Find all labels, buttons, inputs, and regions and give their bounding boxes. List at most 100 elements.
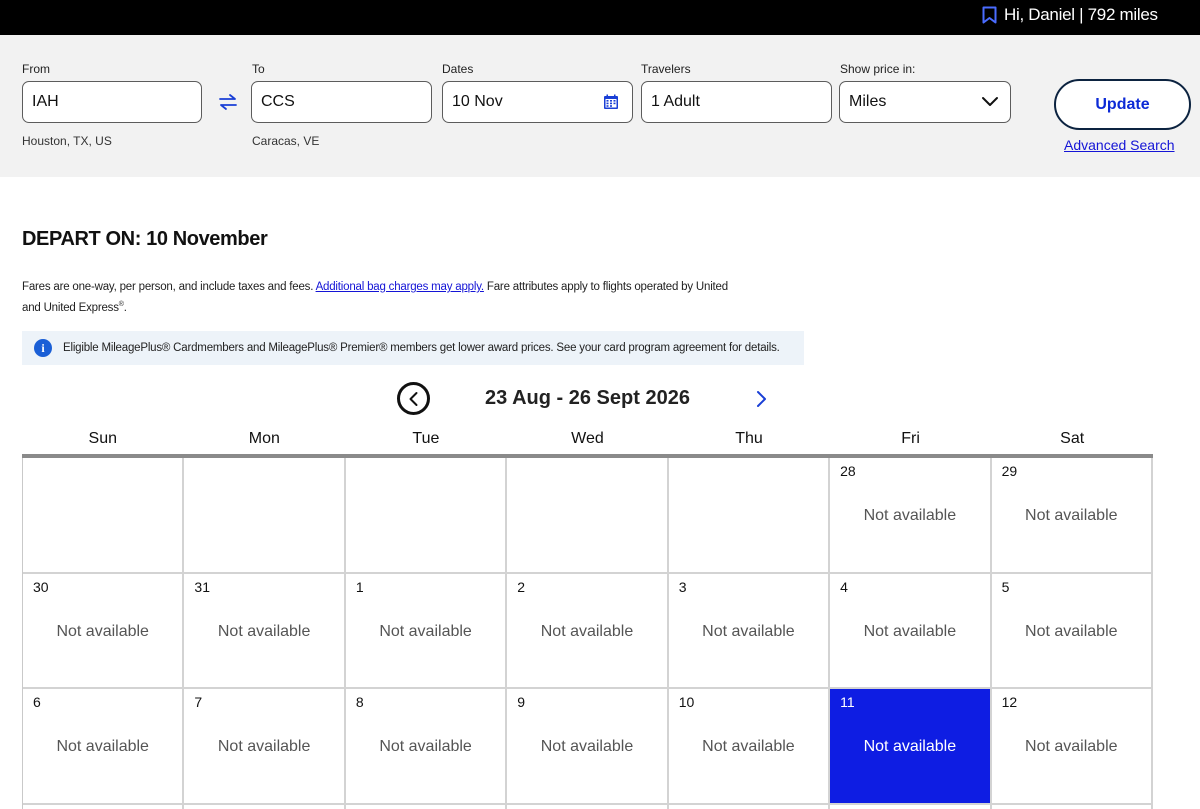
day-number: 7 xyxy=(194,694,203,710)
account-greeting[interactable]: Hi, Daniel | 792 miles xyxy=(1004,5,1158,25)
depart-heading: DEPART ON: 10 November xyxy=(22,228,268,250)
calendar-day[interactable]: 10 Not available xyxy=(668,689,831,805)
from-label: From xyxy=(22,62,50,76)
from-city: Houston, TX, US xyxy=(22,134,112,148)
day-number: 1 xyxy=(355,578,364,595)
calendar-day[interactable]: 1 Not available xyxy=(345,573,508,689)
weekday-label: Sat xyxy=(1060,430,1085,447)
calendar-icon[interactable] xyxy=(603,94,619,110)
travelers-label: Travelers xyxy=(641,62,691,76)
day-number: 29 xyxy=(1001,463,1018,479)
day-availability: Not available xyxy=(379,738,472,755)
dates-value: 10 Nov xyxy=(452,93,503,110)
calendar-day[interactable]: 30 Not available xyxy=(23,573,185,689)
calendar-next-row xyxy=(22,804,1153,809)
from-value: IAH xyxy=(32,93,59,110)
calendar-day[interactable]: 7 Not available xyxy=(184,689,346,805)
fares-period: . xyxy=(123,301,127,314)
travelers-value: 1 Adult xyxy=(651,93,700,110)
calendar-day[interactable]: 8 Not available xyxy=(345,689,508,805)
price-value: Miles xyxy=(849,93,887,110)
bag-charges-link[interactable]: Additional bag charges may apply. xyxy=(316,281,485,293)
day-number: 9 xyxy=(517,694,526,710)
to-field[interactable]: CCS xyxy=(251,81,432,123)
chevron-left-icon xyxy=(409,391,417,406)
day-number: 10 xyxy=(678,694,695,710)
info-text: Eligible MileagePlus® Cardmembers and Mi… xyxy=(63,342,780,354)
calendar-empty-cell xyxy=(507,458,669,574)
chevron-right-icon xyxy=(757,391,766,407)
update-button[interactable]: Update xyxy=(1054,79,1191,130)
weekday-label: Thu xyxy=(735,430,763,447)
weekday-label: Tue xyxy=(412,430,440,447)
to-city: Caracas, VE xyxy=(252,134,320,148)
fares-text-start: Fares are one-way, per person, and inclu… xyxy=(22,281,316,293)
info-banner: i Eligible MileagePlus® Cardmembers and … xyxy=(22,331,804,365)
day-availability: Not available xyxy=(217,738,311,755)
day-availability: Not available xyxy=(702,738,795,755)
price-select[interactable]: Miles xyxy=(839,81,1011,123)
day-availability: Not available xyxy=(217,622,311,640)
day-availability: Not available xyxy=(56,622,149,640)
bookmark-icon[interactable] xyxy=(982,6,997,24)
calendar-day[interactable]: 29 Not available xyxy=(991,458,1153,574)
calendar-day[interactable]: 28 Not available xyxy=(830,458,992,574)
calendar-empty-cell xyxy=(668,458,831,574)
calendar-day[interactable]: 2 Not available xyxy=(507,573,669,689)
calendar-day-selected[interactable]: 11 Not available xyxy=(830,689,992,805)
search-panel: From IAH Houston, TX, US To CCS Caracas,… xyxy=(0,35,1200,177)
travelers-field[interactable]: 1 Adult xyxy=(641,81,832,123)
advanced-search-link[interactable]: Advanced Search xyxy=(1064,137,1175,153)
calendar-empty-cell xyxy=(23,458,185,574)
day-availability: Not available xyxy=(379,622,472,640)
day-number: 30 xyxy=(33,578,49,595)
day-availability: Not available xyxy=(863,622,957,640)
dates-field[interactable]: 10 Nov xyxy=(442,81,633,123)
day-number: 12 xyxy=(1001,694,1018,710)
calendar-day[interactable]: 31 Not available xyxy=(184,573,346,689)
day-number: 5 xyxy=(1001,578,1010,595)
fares-note: Fares are one-way, per person, and inclu… xyxy=(22,278,742,317)
calendar-empty-cell xyxy=(345,458,508,574)
from-field[interactable]: IAH xyxy=(22,81,202,123)
calendar-day[interactable]: 9 Not available xyxy=(507,689,669,805)
day-availability: Not available xyxy=(1025,738,1118,755)
info-icon: i xyxy=(34,339,52,357)
day-availability: Not available xyxy=(540,622,634,640)
calendar-day[interactable]: 12 Not available xyxy=(991,689,1153,805)
to-value: CCS xyxy=(261,93,295,110)
day-availability: Not available xyxy=(1025,622,1118,640)
day-number: 11 xyxy=(840,694,855,710)
next-range-button[interactable] xyxy=(751,388,771,410)
calendar-empty-cell xyxy=(184,458,346,574)
chevron-down-icon xyxy=(982,97,998,106)
weekday-label: Fri xyxy=(901,430,920,447)
day-number: 6 xyxy=(33,694,41,710)
weekday-header: Sun Mon Tue Wed Thu Fri Sat xyxy=(22,430,1153,455)
dates-label: Dates xyxy=(442,62,474,76)
calendar-day[interactable]: 6 Not available xyxy=(23,689,185,805)
swap-arrows-icon[interactable] xyxy=(217,93,239,111)
day-availability: Not available xyxy=(702,622,795,640)
day-number: 8 xyxy=(355,694,364,710)
previous-range-button[interactable] xyxy=(397,382,430,415)
calendar-grid: 28 Not available 29 Not available 30 Not avai… xyxy=(22,458,1153,805)
day-availability: Not available xyxy=(56,738,149,755)
day-number: 31 xyxy=(194,578,210,595)
calendar-day[interactable]: 5 Not available xyxy=(991,573,1153,689)
top-bar: Hi, Daniel | 792 miles xyxy=(0,0,1200,35)
weekday-label: Wed xyxy=(571,430,604,447)
day-number: 4 xyxy=(840,578,848,595)
day-number: 3 xyxy=(678,578,687,595)
day-availability: Not available xyxy=(1025,507,1118,524)
calendar-day[interactable]: 4 Not available xyxy=(830,573,992,689)
day-number: 28 xyxy=(840,463,856,479)
day-number: 2 xyxy=(517,578,526,595)
weekday-label: Mon xyxy=(248,430,280,447)
date-range-title: 23 Aug - 26 Sept 2026 xyxy=(485,387,690,409)
price-label: Show price in: xyxy=(840,62,916,76)
day-availability: Not available xyxy=(540,738,634,755)
calendar-day[interactable]: 3 Not available xyxy=(668,573,831,689)
day-availability: Not available xyxy=(863,738,957,755)
to-label: To xyxy=(252,62,265,76)
